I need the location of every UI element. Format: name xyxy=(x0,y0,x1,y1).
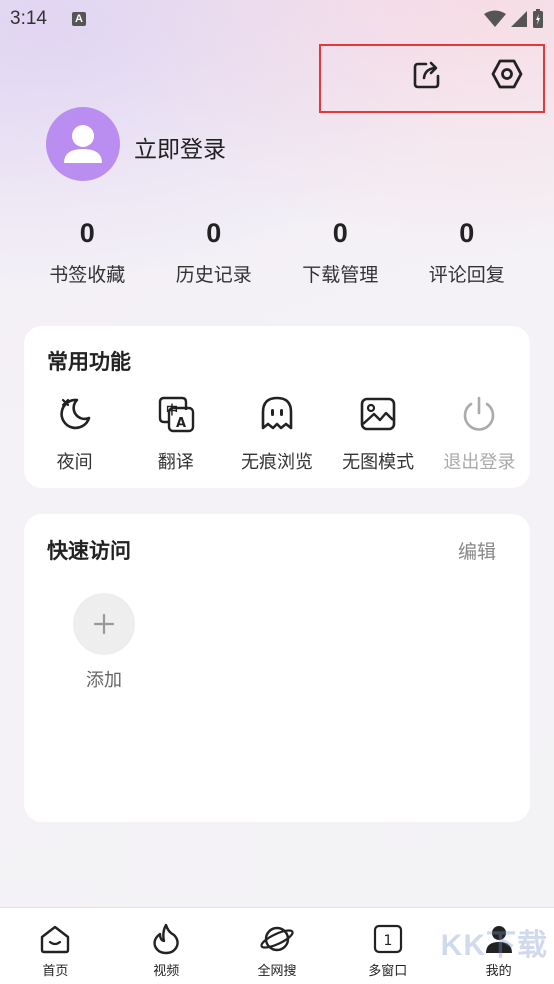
nav-home[interactable]: 首页 xyxy=(0,908,111,984)
svg-text:A: A xyxy=(176,416,186,431)
func-label: 夜间 xyxy=(56,452,93,472)
stat-value: 0 xyxy=(206,218,222,248)
moon-icon xyxy=(59,398,90,430)
add-label: 添加 xyxy=(86,670,122,690)
user-avatar-icon xyxy=(64,125,102,163)
func-logout[interactable]: 退出登录 xyxy=(429,394,530,474)
window-count: 1 xyxy=(383,933,392,949)
nav-label: 首页 xyxy=(42,963,69,978)
stat-value: 0 xyxy=(79,218,95,248)
image-icon xyxy=(360,397,396,431)
nav-label: 全网搜 xyxy=(257,963,297,978)
func-translate[interactable]: 中 A 翻译 xyxy=(125,394,226,474)
flame-icon xyxy=(153,923,179,955)
signal-icon xyxy=(511,11,527,27)
stat-history[interactable]: 0 历史记录 xyxy=(151,214,278,287)
stat-value: 0 xyxy=(332,218,348,248)
status-bar: 3:14 A xyxy=(0,0,554,40)
common-functions-title: 常用功能 xyxy=(47,351,131,374)
avatar[interactable] xyxy=(46,107,120,181)
stat-label: 评论回复 xyxy=(428,265,505,286)
func-label: 翻译 xyxy=(157,452,194,472)
common-functions-list: 夜间 中 A 翻译 无痕浏览 无图模式 退出登录 xyxy=(24,394,530,474)
add-circle xyxy=(73,593,135,655)
quick-access-card: 快速访问 编辑 添加 xyxy=(24,514,530,822)
translate-icon: 中 A xyxy=(158,396,194,433)
stat-label: 书签收藏 xyxy=(49,265,126,286)
nav-label: 视频 xyxy=(153,963,180,978)
battery-icon xyxy=(533,9,543,28)
stat-bookmarks[interactable]: 0 书签收藏 xyxy=(24,214,151,287)
quick-access-title: 快速访问 xyxy=(47,540,131,563)
stat-comments[interactable]: 0 评论回复 xyxy=(404,214,531,287)
status-icons xyxy=(484,8,544,30)
top-actions-highlight xyxy=(319,44,545,113)
common-functions-card: 常用功能 夜间 中 A 翻译 无痕浏览 无图模式 退出登录 xyxy=(24,326,530,488)
func-night-mode[interactable]: 夜间 xyxy=(24,394,125,474)
planet-icon xyxy=(260,926,294,952)
func-incognito[interactable]: 无痕浏览 xyxy=(226,394,327,474)
login-link[interactable]: 立即登录 xyxy=(134,130,226,164)
stat-label: 下载管理 xyxy=(302,265,379,286)
status-time: 3:14 xyxy=(10,8,47,29)
nav-search[interactable]: 全网搜 xyxy=(222,908,333,984)
power-icon xyxy=(464,396,495,431)
nav-label: 多窗口 xyxy=(368,963,408,978)
edit-button[interactable]: 编辑 xyxy=(458,537,496,564)
add-shortcut-button[interactable]: 添加 xyxy=(71,593,137,692)
watermark: KK下载 xyxy=(440,929,548,962)
notification-badge: A xyxy=(72,12,86,26)
home-icon xyxy=(41,925,70,954)
stat-downloads[interactable]: 0 下载管理 xyxy=(277,214,404,287)
nav-video[interactable]: 视频 xyxy=(111,908,222,984)
svg-text:中: 中 xyxy=(166,402,178,417)
func-label: 退出登录 xyxy=(443,452,516,472)
settings-button[interactable] xyxy=(489,56,525,92)
func-label: 无图模式 xyxy=(342,452,415,472)
stat-value: 0 xyxy=(459,218,475,248)
share-icon xyxy=(413,61,440,89)
wifi-icon xyxy=(484,10,506,27)
window-icon: 1 xyxy=(373,924,402,954)
ghost-icon xyxy=(261,396,293,430)
plus-icon xyxy=(93,613,115,635)
func-no-image[interactable]: 无图模式 xyxy=(328,394,429,474)
stats-row: 0 书签收藏 0 历史记录 0 下载管理 0 评论回复 xyxy=(24,214,530,287)
stat-label: 历史记录 xyxy=(175,265,252,286)
share-button[interactable] xyxy=(409,56,445,92)
settings-icon xyxy=(491,59,523,89)
nav-windows[interactable]: 1 多窗口 xyxy=(332,908,443,984)
func-label: 无痕浏览 xyxy=(240,452,313,472)
